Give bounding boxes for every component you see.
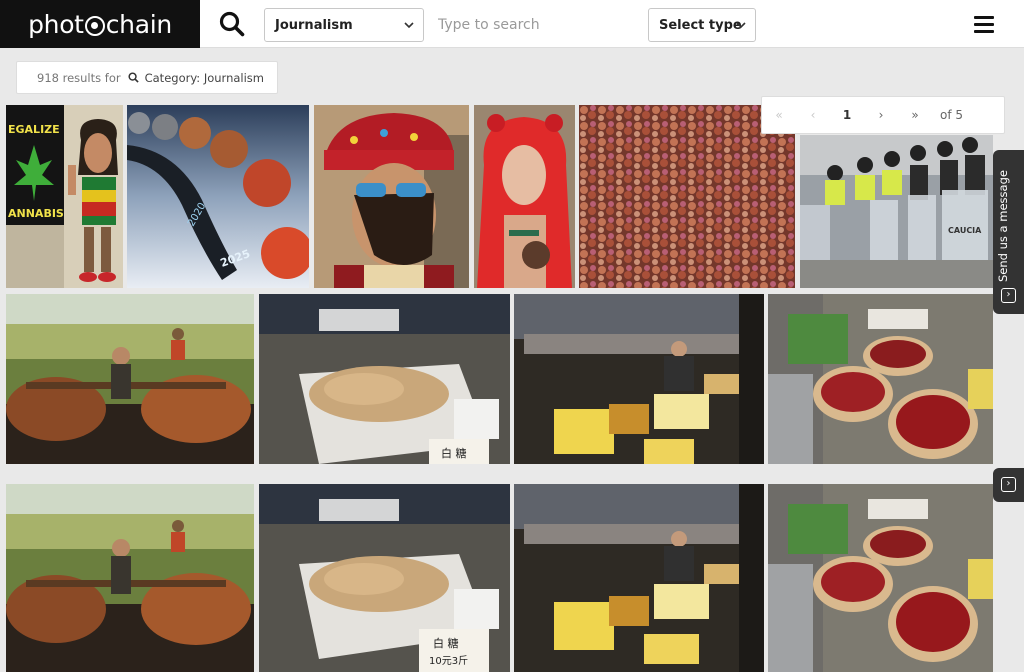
results-summary: 918 results for Category: Journalism: [16, 61, 278, 94]
chevron-right-icon: ›: [1001, 288, 1016, 303]
cannabis-text: ANNABIS: [8, 207, 64, 220]
results-count: 918 results for: [37, 70, 121, 85]
photo-tile-red-beans-2[interactable]: [768, 484, 993, 672]
search-input[interactable]: [430, 8, 640, 42]
chevron-down-icon: [736, 22, 746, 29]
next-page-button[interactable]: ›: [864, 108, 898, 122]
price-sign-text: 10元3斤: [429, 655, 468, 667]
photo-tile-ox-plough[interactable]: [6, 294, 254, 464]
logo-prefix: phot: [28, 9, 84, 39]
search-icon[interactable]: [218, 10, 246, 38]
logo-o-mark: [84, 16, 105, 36]
page-total: of 5: [940, 108, 964, 122]
legalize-text: EGALIZE: [8, 123, 60, 136]
logo-suffix: chain: [105, 9, 173, 39]
chevron-down-icon: [404, 22, 414, 29]
pagination: « ‹ 1 › » of 5: [761, 96, 1005, 134]
sugar-sign-text: 白 糖: [441, 446, 467, 460]
photo-tile-ginger-market-2[interactable]: 白 糖 10元3斤: [259, 484, 510, 672]
send-message-label: Send us a message: [996, 170, 1010, 282]
photo-tile-ox-plough-2[interactable]: [6, 484, 254, 672]
photo-tile-masked-man[interactable]: [314, 105, 469, 288]
photo-tile-ginger-market[interactable]: 白 糖: [259, 294, 510, 464]
prev-page-button[interactable]: ‹: [796, 108, 830, 122]
photo-tile-tofu-stall[interactable]: [514, 294, 764, 464]
photo-tile-legalize-cannabis[interactable]: EGALIZE ANNABIS: [6, 105, 123, 288]
last-page-button[interactable]: »: [898, 108, 932, 122]
secondary-side-tab[interactable]: ›: [993, 468, 1024, 502]
photochain-logo[interactable]: phot chain: [0, 0, 200, 48]
hamburger-menu-icon[interactable]: [974, 16, 994, 34]
photo-tile-timeline-globes[interactable]: 2020 2025: [127, 105, 309, 288]
send-message-tab[interactable]: Send us a message ›: [993, 150, 1024, 314]
type-select-value: Select type: [659, 17, 742, 33]
category-select-value: Journalism: [275, 17, 353, 33]
current-page-number[interactable]: 1: [830, 108, 864, 122]
first-page-button[interactable]: «: [762, 108, 796, 122]
photo-tile-red-beans[interactable]: [768, 294, 993, 464]
sugar-sign-text-2: 白 糖: [433, 636, 459, 650]
chevron-right-icon: ›: [1001, 477, 1016, 492]
photo-tile-tofu-stall-2[interactable]: [514, 484, 764, 672]
search-icon: [128, 72, 139, 83]
photo-tile-red-hair-woman[interactable]: [474, 105, 575, 288]
photo-tile-police-line[interactable]: CAUCIA: [800, 135, 993, 288]
top-bar: phot chain Journalism Select type: [0, 0, 1024, 48]
results-category: Category: Journalism: [144, 70, 264, 85]
police-shield-text: CAUCIA: [948, 226, 982, 235]
category-select[interactable]: Journalism: [264, 8, 424, 42]
type-select[interactable]: Select type: [648, 8, 756, 42]
